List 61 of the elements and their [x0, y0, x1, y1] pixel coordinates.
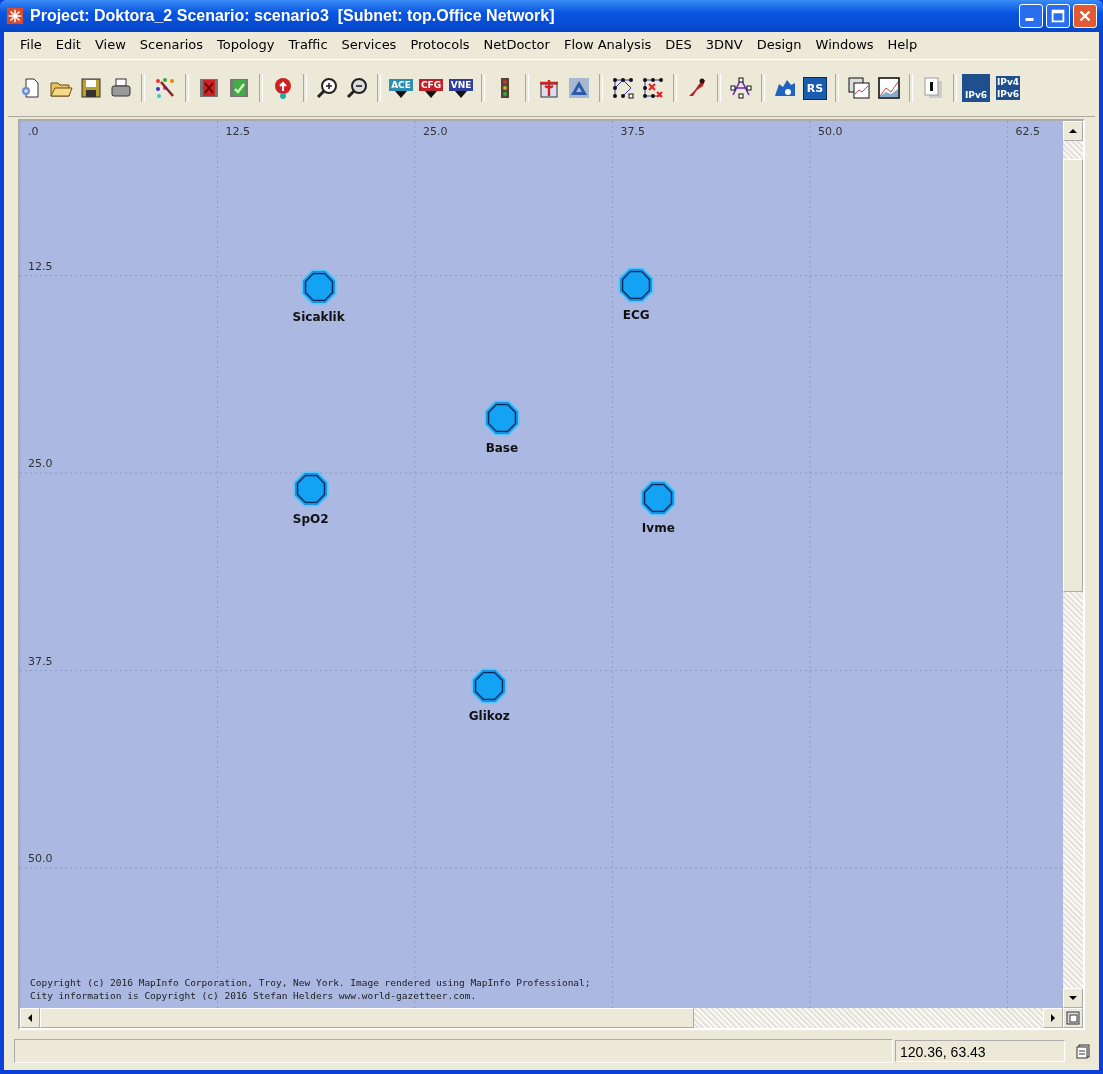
menu-item[interactable]: Flow Analysis [557, 34, 660, 55]
ruler-label: 37.5 [620, 125, 645, 138]
ruler-label: .0 [28, 125, 39, 138]
overview-button[interactable] [1063, 1008, 1083, 1028]
node-label: SpO2 [291, 511, 330, 526]
menu-item[interactable]: View [88, 34, 134, 55]
scroll-thumb[interactable] [40, 1008, 694, 1028]
notes-icon[interactable] [1075, 1043, 1091, 1059]
ipv4-ipv6-button[interactable]: IPv4 IPv6 [994, 73, 1022, 103]
menu-item[interactable]: Edit [49, 34, 89, 55]
ruler-label: 12.5 [28, 259, 53, 273]
menu-item[interactable]: DES [659, 34, 700, 55]
minimize-icon [1025, 18, 1034, 21]
dropdown-button[interactable]: CFG [416, 73, 446, 103]
menu-item[interactable]: Topology [211, 34, 283, 55]
ruler-label: 25.0 [423, 125, 448, 138]
ruler-label: 25.0 [28, 457, 53, 470]
copyright-text: City information is Copyright (c) 2016 Stefan Helders www.world-gazetteer.com. [30, 989, 478, 1002]
ipv6-button[interactable]: IPv6 [962, 74, 990, 102]
maximize-button[interactable] [1046, 4, 1070, 28]
menu-item[interactable]: 3DNV [699, 34, 751, 55]
menu-item[interactable]: Help [881, 34, 926, 55]
node-label: Glikoz [467, 709, 511, 724]
node-icon[interactable] [482, 398, 521, 437]
node-label: ECG [621, 307, 651, 322]
menu-item[interactable]: Protocols [404, 34, 478, 55]
menu-item[interactable]: Design [750, 34, 810, 55]
dropdown-button[interactable]: VNE [446, 73, 476, 103]
right-arrow-icon[interactable] [1048, 1013, 1058, 1023]
node-label: Sicaklik [291, 309, 346, 324]
menu-item[interactable]: NetDoctor [477, 34, 558, 55]
maximize-icon [1049, 7, 1067, 25]
node-icon[interactable] [470, 667, 509, 706]
node-icon[interactable] [299, 267, 338, 306]
window-title: Project: Doktora_2 Scenario: scenario3 [Subnet: top.Office Network] [30, 7, 556, 25]
node-label: Ivme [640, 521, 676, 536]
node-icon[interactable] [617, 265, 656, 304]
node-label: Base [484, 440, 520, 455]
ruler-label: 37.5 [28, 654, 53, 668]
node-icon[interactable] [291, 469, 330, 508]
horizontal-scrollbar[interactable] [20, 1008, 1063, 1028]
copyright-text: Copyright (c) 2016 MapInfo Corporation, Troy, New York. Image rendered using MapInfo Professional; [30, 976, 591, 989]
dropdown-button[interactable]: ACE [386, 73, 416, 103]
ruler-label: 50.0 [818, 125, 843, 138]
node-icon[interactable] [639, 479, 678, 518]
ruler-label: 50.0 [28, 852, 53, 865]
vertical-scrollbar[interactable] [1063, 121, 1083, 1008]
menu-item[interactable]: Services [335, 34, 405, 55]
down-arrow-icon[interactable] [1068, 993, 1078, 1003]
up-arrow-icon[interactable] [1068, 126, 1078, 136]
ruler-label: 62.5 [1015, 125, 1040, 138]
menu-item[interactable]: Scenarios [133, 34, 212, 55]
coordinates-text: 120.36, 63.43 [895, 1040, 1065, 1062]
menu-item[interactable]: Traffic [282, 34, 336, 55]
menu-item[interactable]: File [14, 34, 50, 55]
star-icon [6, 7, 24, 25]
ruler-label: 12.5 [225, 125, 250, 138]
scroll-thumb[interactable] [1063, 159, 1083, 593]
minimize-button[interactable] [1019, 4, 1043, 28]
close-button[interactable] [1073, 4, 1097, 28]
menu-item[interactable]: Windows [809, 34, 882, 55]
